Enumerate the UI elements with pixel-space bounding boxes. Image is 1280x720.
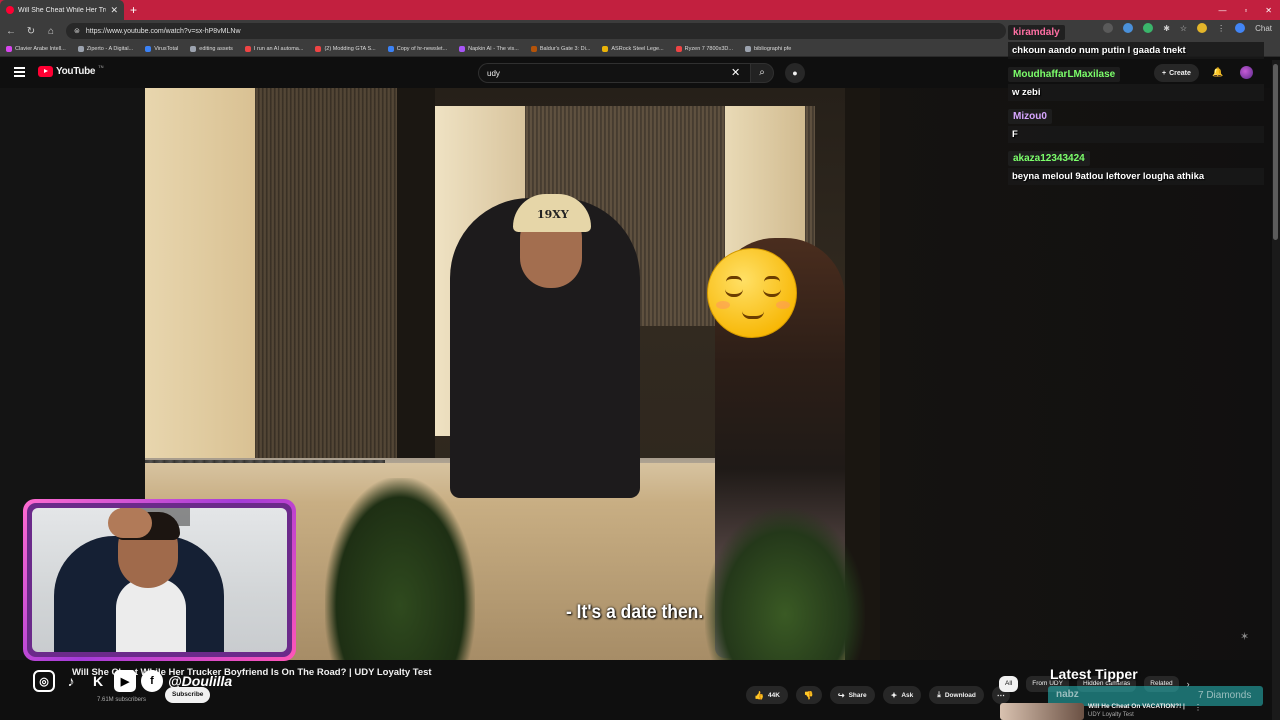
dislike-button[interactable]: 👎 bbox=[795, 686, 822, 704]
thumbs-down-icon: 👎 bbox=[803, 690, 814, 700]
related-video-thumbnail[interactable] bbox=[1000, 703, 1084, 720]
social-icons-overlay: ◎ ♪ K ▶ f bbox=[33, 670, 163, 692]
youtube-logo[interactable]: YouTube TN bbox=[38, 64, 104, 77]
webcam-feed bbox=[32, 508, 287, 652]
share-icon: ↪ bbox=[837, 690, 845, 700]
bookmark-item[interactable]: bibliographi pfe bbox=[744, 46, 791, 52]
plant bbox=[325, 478, 475, 660]
bookmark-item[interactable]: editing assets bbox=[190, 46, 233, 52]
voice-search-button[interactable]: ● bbox=[785, 63, 805, 83]
ask-button[interactable]: ✦ Ask bbox=[882, 686, 922, 704]
thumbs-up-icon: 👍 bbox=[754, 690, 764, 700]
browser-tabstrip: Will She Cheat While Her Trucker ✕ + — ▫… bbox=[0, 0, 1280, 20]
cap-logo-text: 19XY bbox=[537, 208, 569, 221]
related-video-title[interactable]: Will He Cheat On VACATION?! | bbox=[1088, 703, 1185, 710]
window-controls: — ▫ ✕ bbox=[1218, 0, 1272, 20]
close-window-icon[interactable]: ✕ bbox=[1265, 6, 1272, 15]
chat-message: Mizou0 F bbox=[1008, 106, 1264, 143]
subscribe-button[interactable]: Subscribe bbox=[165, 687, 211, 703]
chat-username: kiramdaly bbox=[1008, 25, 1065, 40]
home-icon[interactable]: ⌂ bbox=[46, 26, 56, 37]
bookmark-item[interactable]: I run an AI automa... bbox=[244, 46, 303, 52]
webcam-overlay bbox=[23, 499, 296, 661]
facebook-icon: f bbox=[141, 670, 163, 692]
tipper-amount: 7 Diamonds bbox=[1198, 690, 1252, 701]
stream-chat-overlay: kiramdaly chkoun aando num putin l gaada… bbox=[1008, 22, 1264, 190]
chat-username: MoudhaffarLMaxilase bbox=[1008, 67, 1121, 82]
chat-message: MoudhaffarLMaxilase w zebi bbox=[1008, 64, 1264, 101]
tiktok-icon: ♪ bbox=[67, 673, 75, 689]
youtube-icon: ▶ bbox=[114, 670, 136, 692]
reload-icon[interactable]: ↻ bbox=[26, 26, 36, 37]
latest-tipper-heading: Latest Tipper bbox=[1050, 666, 1138, 682]
tab-close-icon[interactable]: ✕ bbox=[110, 5, 118, 16]
relieved-face-emoji-icon bbox=[707, 248, 797, 338]
subscriber-count: 7.61M subscribers bbox=[97, 697, 147, 703]
tipper-name: nabz bbox=[1056, 689, 1079, 700]
site-info-icon[interactable]: ⊜ bbox=[74, 27, 80, 35]
like-button[interactable]: 👍 44K bbox=[746, 686, 788, 704]
search-value: udy bbox=[487, 68, 500, 78]
chat-message: akaza12343424 beyna meloul 9atlou leftov… bbox=[1008, 148, 1264, 185]
kick-icon: K bbox=[92, 673, 104, 689]
search-icon: ⌕ bbox=[759, 67, 765, 78]
search-input[interactable]: udy bbox=[478, 63, 750, 83]
download-icon: ⤓ bbox=[937, 690, 941, 699]
browser-tab[interactable]: Will She Cheat While Her Trucker ✕ bbox=[0, 0, 124, 20]
bookmark-item[interactable]: Ryzen 7 7800x3D... bbox=[675, 46, 733, 52]
clear-search-icon[interactable]: ✕ bbox=[731, 66, 740, 79]
bookmark-item[interactable]: (2) Modding GTA S... bbox=[315, 46, 376, 52]
chat-username: akaza12343424 bbox=[1008, 151, 1090, 166]
plant bbox=[705, 508, 865, 660]
more-vertical-icon[interactable]: ⋮ bbox=[1194, 703, 1202, 712]
bookmark-item[interactable]: Clavier Arabe Intell... bbox=[6, 46, 66, 52]
video-actions: 👍 44K 👎 ↪ Share ✦ Ask ⤓ Download ⋯ bbox=[746, 686, 1010, 704]
video-subtitle: - It's a date then. bbox=[566, 602, 704, 623]
chip-all[interactable]: All bbox=[999, 676, 1019, 692]
url-text: https://www.youtube.com/watch?v=sx-hP8vM… bbox=[85, 27, 241, 35]
chat-text: F bbox=[1008, 126, 1264, 143]
related-video-channel: UDY Loyalty Test bbox=[1088, 712, 1134, 718]
chat-username: Mizou0 bbox=[1008, 109, 1052, 124]
instagram-icon: ◎ bbox=[33, 670, 55, 692]
bookmark-item[interactable]: Copy of hr-newslet... bbox=[387, 46, 447, 52]
new-tab-button[interactable]: + bbox=[130, 3, 137, 17]
minimize-icon[interactable]: — bbox=[1218, 6, 1226, 15]
bookmark-item[interactable]: VirusTotal bbox=[145, 46, 178, 52]
chat-text: w zebi bbox=[1008, 84, 1264, 101]
youtube-favicon-icon bbox=[6, 6, 14, 14]
hamburger-menu-icon[interactable] bbox=[14, 67, 25, 77]
bookmark-item[interactable]: Ziperto - A Digital... bbox=[77, 46, 133, 52]
youtube-play-icon bbox=[38, 66, 53, 77]
sparkle-icon: ✦ bbox=[890, 690, 898, 700]
chat-text: beyna meloul 9atlou leftover lougha athi… bbox=[1008, 168, 1264, 185]
maximize-icon[interactable]: ▫ bbox=[1244, 6, 1247, 15]
bookmark-item[interactable]: Baldur's Gate 3: Di... bbox=[530, 46, 590, 52]
bookmark-item[interactable]: ASRock Steel Lege... bbox=[602, 46, 664, 52]
bookmark-item[interactable]: Napkin AI - The vis... bbox=[459, 46, 519, 52]
scrollbar-thumb[interactable] bbox=[1273, 64, 1278, 240]
chat-text: chkoun aando num putin l gaada tnekt bbox=[1008, 42, 1264, 59]
url-input[interactable]: ⊜ https://www.youtube.com/watch?v=sx-hP8… bbox=[66, 23, 1006, 39]
back-icon[interactable]: ← bbox=[6, 26, 16, 37]
microphone-icon: ● bbox=[792, 68, 798, 78]
chat-message: kiramdaly chkoun aando num putin l gaada… bbox=[1008, 22, 1264, 59]
search-button[interactable]: ⌕ bbox=[750, 63, 774, 83]
share-button[interactable]: ↪ Share bbox=[829, 686, 875, 704]
tab-title: Will She Cheat While Her Trucker bbox=[18, 6, 106, 14]
download-button[interactable]: ⤓ Download bbox=[929, 686, 984, 704]
watermark-icon: ✶ bbox=[1240, 631, 1250, 643]
